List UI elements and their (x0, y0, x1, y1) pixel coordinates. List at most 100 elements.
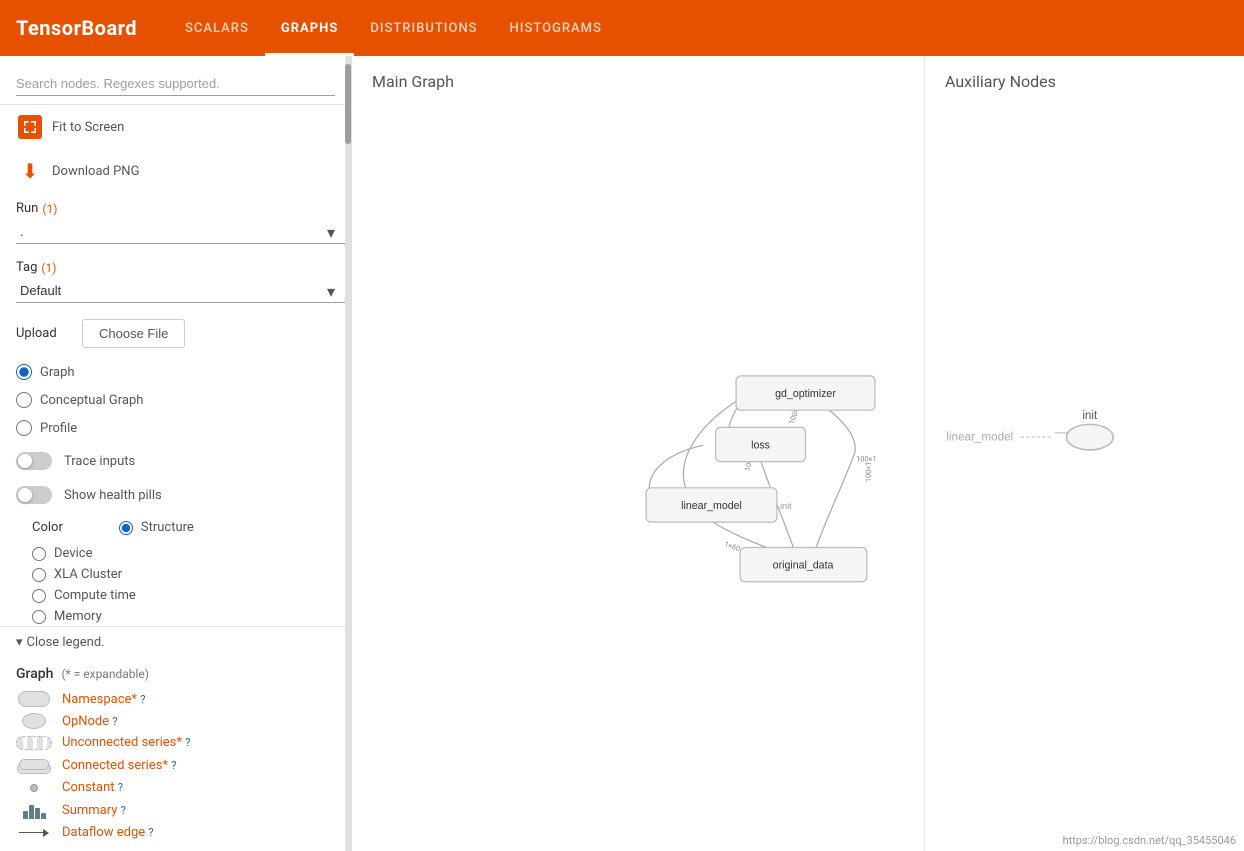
constant-shape (30, 784, 38, 792)
color-radio-device[interactable]: Device (32, 543, 335, 564)
upload-section: Upload Choose File (0, 311, 351, 356)
namespace-label[interactable]: Namespace* ? (62, 692, 145, 707)
constant-label[interactable]: Constant ? (62, 780, 123, 795)
radio-profile-input[interactable] (16, 420, 32, 436)
aux-linear-model-label: linear_model (946, 430, 1013, 443)
connected-label[interactable]: Connected series* ? (62, 758, 176, 773)
node-gd-optimizer-label: gd_optimizer (775, 388, 836, 400)
graph-svg[interactable]: 100×1 100×1 100×1 100×1 1×60 gd_optimize… (352, 56, 924, 851)
color-radio-device-input[interactable] (32, 547, 46, 561)
dataflow-label[interactable]: Dataflow edge ? (62, 825, 154, 840)
legend-toggle-button[interactable]: ▾ Close legend. (0, 627, 351, 658)
tag-select[interactable]: Default (16, 279, 347, 303)
show-health-pills-toggle[interactable] (16, 486, 52, 504)
color-radio-xla[interactable]: XLA Cluster (32, 564, 335, 585)
main-nav: SCALARS GRAPHS DISTRIBUTIONS HISTOGRAMS (169, 0, 618, 56)
aux-init-node[interactable] (1066, 424, 1113, 450)
constant-shape-icon (16, 784, 52, 792)
color-radio-structure[interactable]: Structure (119, 517, 194, 538)
node-linear-model-label: linear_model (681, 500, 742, 512)
color-radio-memory[interactable]: Memory (32, 606, 335, 626)
auxiliary-svg[interactable]: linear_model init (925, 96, 1244, 851)
namespace-shape-icon (16, 691, 52, 707)
legend-title-row: Graph (* = expandable) (16, 666, 335, 682)
nav-distributions[interactable]: DISTRIBUTIONS (354, 0, 493, 56)
search-input[interactable] (16, 72, 335, 96)
node-loss-label: loss (751, 440, 770, 452)
fit-to-screen-button[interactable]: Fit to Screen (0, 105, 351, 149)
url-bar: https://blog.csdn.net/qq_35455046 (1063, 834, 1236, 847)
graph-type-radio-group: Graph Conceptual Graph Profile (0, 356, 351, 444)
dataflow-shape (19, 829, 49, 837)
node-original-data-label: original_data (773, 560, 834, 572)
run-section-label: Run (1) (0, 193, 351, 220)
color-radio-compute-input[interactable] (32, 589, 46, 603)
summary-shape (23, 801, 46, 819)
unconnected-shape-icon (16, 736, 52, 750)
download-png-button[interactable]: ⬇ Download PNG (0, 149, 351, 193)
trace-inputs-toggle[interactable] (16, 452, 52, 470)
run-label: Run (16, 201, 38, 216)
color-radio-memory-label: Memory (54, 609, 102, 624)
choose-file-button[interactable]: Choose File (82, 319, 185, 348)
nav-histograms[interactable]: HISTOGRAMS (494, 0, 618, 56)
radio-conceptual-label: Conceptual Graph (40, 393, 143, 408)
opnode-shape-icon (16, 713, 52, 729)
radio-graph[interactable]: Graph (16, 360, 335, 384)
color-radio-group: Structure (87, 517, 210, 538)
color-section-header: Color Structure (0, 512, 351, 543)
unconnected-label[interactable]: Unconnected series* ? (62, 735, 190, 750)
download-arrow-icon: ⬇ (22, 159, 39, 183)
run-count: (1) (42, 202, 57, 216)
node-init-sub-label: init (780, 501, 792, 511)
chevron-down-icon: ▾ (16, 635, 23, 650)
download-icon: ⬇ (16, 157, 44, 185)
nav-graphs[interactable]: GRAPHS (265, 0, 355, 56)
aux-init-label: init (1082, 409, 1098, 422)
run-select[interactable]: . (16, 220, 347, 244)
scrollbar[interactable] (345, 56, 351, 851)
main-graph-section: Main Graph (352, 56, 924, 851)
legend-item-summary: Summary ? (16, 798, 335, 822)
color-radio-structure-input[interactable] (119, 521, 133, 535)
legend-section: ▾ Close legend. Graph (* = expandable) N… (0, 626, 351, 851)
search-container (0, 64, 351, 105)
opnode-label[interactable]: OpNode ? (62, 714, 118, 729)
graph-area[interactable]: Main Graph (352, 56, 1244, 851)
summary-label[interactable]: Summary ? (62, 803, 126, 818)
show-health-pills-row: Show health pills (0, 478, 351, 512)
app-logo: TensorBoard (16, 16, 137, 40)
nav-scalars[interactable]: SCALARS (169, 0, 265, 56)
upload-label: Upload (16, 326, 66, 341)
sidebar-scroll[interactable]: Fit to Screen ⬇ Download PNG Run (1) . ▾ (0, 56, 351, 626)
dataflow-shape-icon (16, 829, 52, 837)
edge-label-3: 100×1 (864, 462, 873, 482)
legend-item-connected: Connected series* ? (16, 753, 335, 777)
radio-graph-input[interactable] (16, 364, 32, 380)
connected-shape (17, 756, 51, 774)
edge-label-4: 100×1 (856, 455, 876, 464)
legend-title: Graph (16, 666, 53, 682)
trace-inputs-label: Trace inputs (64, 454, 135, 469)
color-radio-structure-label: Structure (141, 520, 194, 535)
radio-conceptual-input[interactable] (16, 392, 32, 408)
color-radio-compute[interactable]: Compute time (32, 585, 335, 606)
radio-profile[interactable]: Profile (16, 416, 335, 440)
tag-select-container: Default ▾ (0, 279, 351, 311)
tag-count: (1) (41, 261, 56, 275)
legend-item-namespace: Namespace* ? (16, 688, 335, 710)
radio-conceptual[interactable]: Conceptual Graph (16, 388, 335, 412)
legend-item-opnode: OpNode ? (16, 710, 335, 732)
scroll-thumb[interactable] (345, 64, 351, 144)
radio-profile-label: Profile (40, 421, 77, 436)
color-radio-memory-input[interactable] (32, 610, 46, 624)
opnode-shape (22, 713, 46, 729)
namespace-shape (18, 691, 50, 707)
legend-content: Graph (* = expandable) Namespace* ? OpNo… (0, 658, 351, 851)
color-radio-xla-input[interactable] (32, 568, 46, 582)
fit-to-screen-label: Fit to Screen (52, 120, 124, 135)
color-radio-xla-label: XLA Cluster (54, 567, 122, 582)
tag-label: Tag (16, 260, 37, 275)
edge-label-5: 1×60 (723, 539, 741, 553)
main-layout: Fit to Screen ⬇ Download PNG Run (1) . ▾ (0, 56, 1244, 851)
